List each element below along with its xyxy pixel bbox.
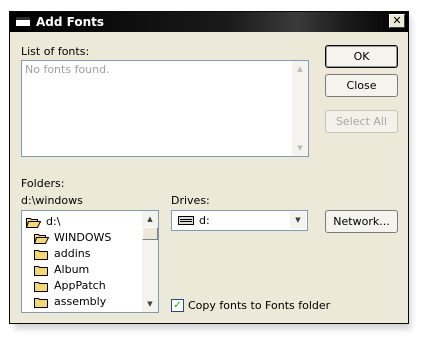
copy-fonts-checkbox[interactable]: ✓ xyxy=(171,299,184,312)
fonts-list-label: List of fonts: xyxy=(21,45,90,58)
folder-icon xyxy=(34,249,48,260)
scroll-up-arrow-icon[interactable]: ▲ xyxy=(292,62,308,76)
folder-icon xyxy=(34,265,48,276)
fonts-listbox[interactable]: No fonts found. ▲ ▼ xyxy=(21,60,309,157)
folder-icon xyxy=(34,297,48,308)
chevron-down-icon[interactable]: ▼ xyxy=(290,212,306,229)
folder-icon xyxy=(34,281,48,292)
close-window-button[interactable]: ✕ xyxy=(389,14,405,28)
open-folder-icon xyxy=(26,217,41,228)
folder-name: WINDOWS xyxy=(54,231,112,244)
title-bar[interactable]: Add Fonts ✕ xyxy=(10,12,408,32)
folder-name: assembly xyxy=(54,295,107,308)
scroll-down-arrow-icon[interactable]: ▼ xyxy=(292,141,308,155)
scroll-thumb[interactable] xyxy=(142,227,158,240)
scroll-up-arrow-icon[interactable]: ▲ xyxy=(142,212,158,226)
close-button[interactable]: Close xyxy=(325,74,398,97)
folders-tree[interactable]: d:\ WINDOWS addins Album AppPatch assembly ▲ … xyxy=(21,210,159,313)
window-title: Add Fonts xyxy=(36,15,105,29)
folder-name: d:\ xyxy=(46,215,61,228)
scroll-down-arrow-icon[interactable]: ▼ xyxy=(142,297,158,311)
folder-name: AppPatch xyxy=(54,279,106,292)
close-icon: ✕ xyxy=(392,14,402,27)
select-all-button[interactable]: Select All xyxy=(325,110,398,133)
network-button[interactable]: Network... xyxy=(325,210,398,233)
folders-scrollbar[interactable]: ▲ ▼ xyxy=(142,211,158,312)
check-icon: ✓ xyxy=(173,300,182,311)
folders-label: Folders: xyxy=(21,177,65,190)
drives-label: Drives: xyxy=(171,194,210,207)
fonts-empty-text: No fonts found. xyxy=(25,63,110,76)
folder-name: addins xyxy=(54,247,91,260)
drive-icon xyxy=(178,216,194,225)
drives-dropdown[interactable]: d: ▼ xyxy=(171,210,308,231)
selected-drive: d: xyxy=(199,214,210,227)
copy-fonts-label[interactable]: Copy fonts to Fonts folder xyxy=(188,299,330,312)
current-folder-path: d:\windows xyxy=(21,194,83,207)
ok-button[interactable]: OK xyxy=(325,45,398,68)
fonts-scrollbar[interactable]: ▲ ▼ xyxy=(292,61,308,156)
open-folder-icon xyxy=(34,233,49,244)
add-fonts-dialog: Add Fonts ✕ List of fonts: No fonts foun… xyxy=(9,11,409,324)
window-icon xyxy=(15,16,31,27)
folder-name: Album xyxy=(54,263,90,276)
